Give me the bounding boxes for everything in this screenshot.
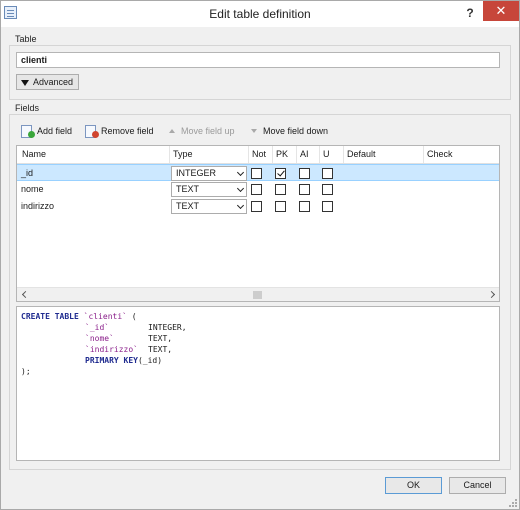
advanced-label: Advanced — [33, 77, 74, 87]
unique-checkbox[interactable] — [322, 201, 333, 212]
close-button[interactable]: ✕ — [483, 1, 519, 21]
sql-open-paren: ( — [126, 312, 137, 321]
type-select[interactable]: TEXT — [171, 199, 247, 214]
sql-preview[interactable]: CREATE TABLE `clienti` ( `_id` INTEGER, … — [16, 306, 500, 461]
table-name-input[interactable]: clienti — [16, 52, 500, 68]
minus-badge-icon — [92, 131, 99, 138]
col-header-ai[interactable]: AI — [300, 149, 309, 159]
sql-create-line: CREATE TABLE `clienti` ( — [21, 312, 137, 321]
sql-column-type: TEXT, — [148, 334, 173, 343]
sql-table-ident: `clienti` — [83, 312, 127, 321]
type-value: INTEGER — [176, 168, 217, 178]
edit-table-dialog: Edit table definition ? ✕ Table clienti … — [0, 0, 520, 510]
help-button[interactable]: ? — [461, 4, 479, 22]
col-header-type[interactable]: Type — [173, 149, 193, 159]
advanced-button[interactable]: Advanced — [16, 74, 79, 90]
fields-section-label: Fields — [15, 103, 40, 113]
primary-key-checkbox[interactable] — [275, 201, 286, 212]
scroll-thumb[interactable] — [253, 291, 262, 299]
field-name[interactable]: _id — [21, 168, 33, 178]
chevron-down-icon — [236, 168, 245, 177]
field-name[interactable]: nome — [21, 184, 44, 194]
chevron-down-icon — [236, 201, 245, 210]
col-header-pk[interactable]: PK — [276, 149, 288, 159]
title-bar: Edit table definition ? ✕ — [1, 1, 519, 27]
table-section-label: Table — [15, 34, 37, 44]
ok-button[interactable]: OK — [385, 477, 442, 494]
unique-checkbox[interactable] — [322, 184, 333, 195]
sql-column-line: `_id` — [85, 323, 109, 332]
move-down-label: Move field down — [263, 126, 329, 136]
col-header-check[interactable]: Check — [427, 149, 453, 159]
sql-close-line: ); — [21, 367, 31, 376]
col-header-not[interactable]: Not — [252, 149, 266, 159]
field-name[interactable]: indirizzo — [21, 201, 54, 211]
autoincrement-checkbox[interactable] — [299, 201, 310, 212]
primary-key-checkbox[interactable] — [275, 184, 286, 195]
sql-column-ident: `nome` — [85, 334, 114, 343]
arrow-down-icon — [251, 129, 257, 133]
arrow-up-icon — [169, 129, 175, 133]
unique-checkbox[interactable] — [322, 168, 333, 179]
col-header-name[interactable]: Name — [22, 149, 46, 159]
scroll-left-icon[interactable] — [21, 290, 30, 299]
sql-pk-keyword: PRIMARY KEY — [85, 356, 138, 365]
window-title: Edit table definition — [209, 7, 311, 21]
not-null-checkbox[interactable] — [251, 201, 262, 212]
scroll-right-icon[interactable] — [487, 290, 496, 299]
fields-grid[interactable]: Name Type Not PK AI U Default Check _id … — [16, 145, 500, 302]
cancel-button[interactable]: Cancel — [449, 477, 506, 494]
autoincrement-checkbox[interactable] — [299, 184, 310, 195]
not-null-checkbox[interactable] — [251, 168, 262, 179]
sql-create-keyword: CREATE TABLE — [21, 312, 79, 321]
add-field-label: Add field — [37, 126, 73, 136]
type-select[interactable]: TEXT — [171, 182, 247, 197]
sql-column-line: `indirizzo` — [85, 345, 138, 354]
move-up-label: Move field up — [181, 126, 235, 136]
sql-pk-arg: (_id) — [137, 356, 163, 365]
horizontal-scrollbar[interactable] — [17, 287, 499, 301]
plus-badge-icon — [28, 131, 35, 138]
not-null-checkbox[interactable] — [251, 184, 262, 195]
type-value: TEXT — [176, 201, 200, 211]
sql-column-line: `nome` — [85, 334, 114, 343]
field-row[interactable]: nome TEXT — [17, 181, 499, 198]
type-select[interactable]: INTEGER — [171, 166, 247, 181]
resize-grip-icon[interactable] — [509, 499, 517, 507]
col-header-default[interactable]: Default — [347, 149, 376, 159]
sql-column-type: INTEGER, — [148, 323, 187, 332]
autoincrement-checkbox[interactable] — [299, 168, 310, 179]
remove-field-label: Remove field — [101, 126, 154, 136]
type-value: TEXT — [176, 184, 200, 194]
primary-key-checkbox[interactable] — [275, 168, 286, 179]
triangle-down-icon — [21, 79, 29, 86]
sql-column-ident: `indirizzo` — [85, 345, 138, 354]
grid-header: Name Type Not PK AI U Default Check — [17, 146, 499, 164]
sql-column-ident: `_id` — [85, 323, 110, 332]
field-row[interactable]: _id INTEGER — [17, 164, 499, 181]
sql-primary-key-line: PRIMARY KEY(_id) — [85, 356, 162, 365]
col-header-unique[interactable]: U — [323, 149, 330, 159]
sql-column-type: TEXT, — [148, 345, 173, 354]
chevron-down-icon — [236, 184, 245, 193]
field-row[interactable]: indirizzo TEXT — [17, 198, 499, 215]
